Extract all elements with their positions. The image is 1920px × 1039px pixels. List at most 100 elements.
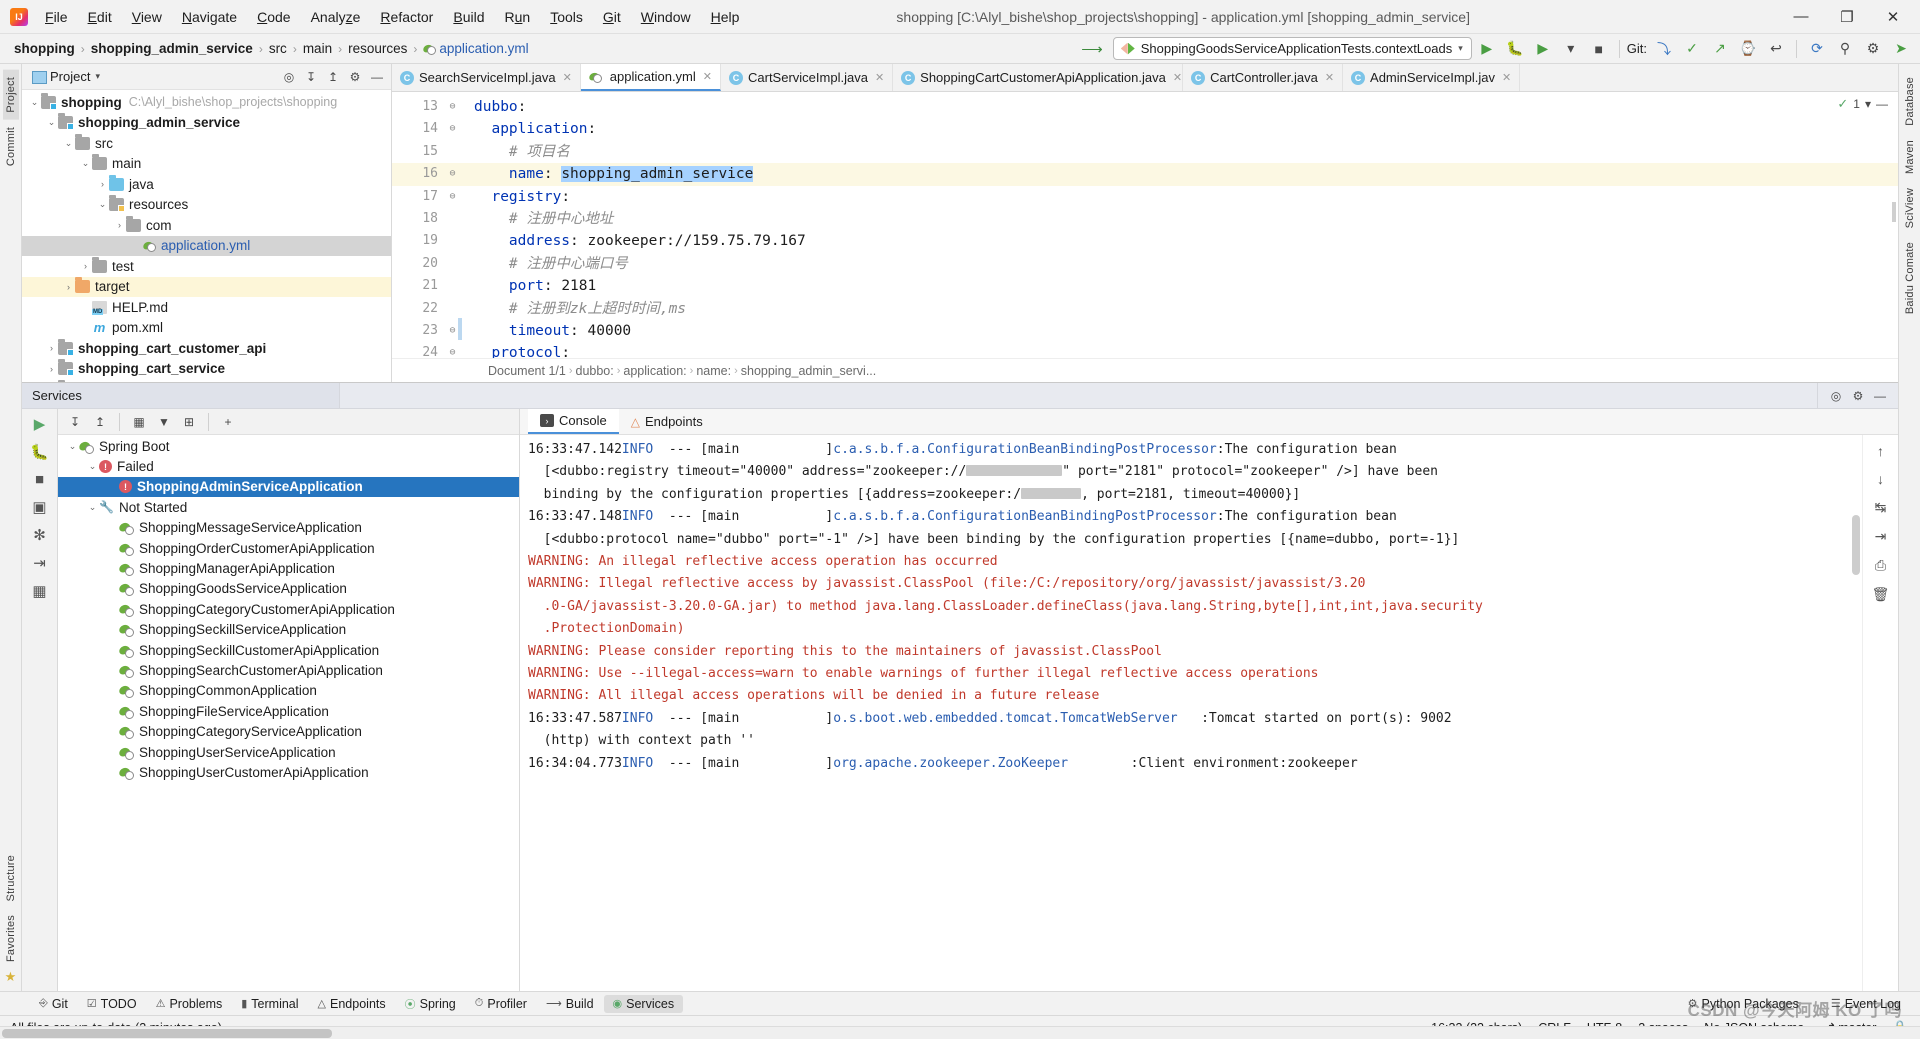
service-row[interactable]: ! ShoppingAdminServiceApplication: [58, 476, 519, 498]
code-line[interactable]: timeout: 40000: [466, 320, 1898, 342]
project-tree-row[interactable]: › com: [22, 215, 391, 236]
close-icon[interactable]: ✕: [703, 70, 712, 83]
menu-edit[interactable]: Edit: [79, 5, 121, 29]
tree-arrow-icon[interactable]: ⌄: [86, 502, 99, 513]
fold-icon[interactable]: ⊖: [447, 348, 458, 358]
strip-tab-baidu-comate[interactable]: Baidu Comate: [1902, 235, 1918, 321]
service-row[interactable]: ShoppingOrderCustomerApiApplication: [58, 538, 519, 558]
toolwindow-profiler[interactable]: ⏱ Profiler: [466, 995, 536, 1013]
menu-view[interactable]: View: [123, 5, 171, 29]
editor-tab[interactable]: C AdminServiceImpl.jav ✕: [1343, 64, 1521, 91]
code-line[interactable]: registry:: [466, 186, 1898, 208]
git-history-icon[interactable]: ⌚: [1735, 37, 1761, 61]
add-frame-icon[interactable]: ⊞: [178, 412, 200, 432]
tree-arrow-icon[interactable]: ›: [62, 282, 75, 292]
soft-wrap-icon[interactable]: ↹: [1875, 499, 1887, 516]
strip-tab-structure[interactable]: Structure: [3, 848, 19, 908]
close-icon[interactable]: ✕: [1502, 71, 1511, 84]
editor-tab[interactable]: C SearchServiceImpl.java ✕: [392, 64, 581, 91]
settings-gear-icon[interactable]: ⚙: [1860, 37, 1886, 61]
services-hide-icon[interactable]: —: [1870, 386, 1890, 406]
breadcrumb-value[interactable]: shopping_admin_servi...: [741, 364, 877, 378]
code-line[interactable]: protocol:: [466, 342, 1898, 358]
editor-tab-bar[interactable]: C SearchServiceImpl.java ✕ application.yml ✕…: [392, 64, 1898, 92]
services-tree[interactable]: ⌄ Spring Boot ⌄! Failed! ShoppingAdminServic…: [58, 435, 519, 991]
project-tree-row[interactable]: ⌄ main: [22, 154, 391, 175]
service-row[interactable]: ShoppingManagerApiApplication: [58, 558, 519, 578]
services-debug-icon[interactable]: 🐛: [30, 443, 49, 461]
console-scrollbar[interactable]: [1852, 515, 1860, 575]
menu-git[interactable]: Git: [594, 5, 630, 29]
expand-all-icon[interactable]: ↧: [301, 67, 321, 87]
editor-tab[interactable]: C CartController.java ✕: [1183, 64, 1344, 91]
strip-tab-project[interactable]: Project: [2, 70, 19, 120]
tree-arrow-icon[interactable]: ⌄: [86, 461, 99, 472]
collapse-all-icon[interactable]: ↥: [89, 412, 111, 432]
tree-arrow-icon[interactable]: ⌄: [96, 199, 109, 210]
toolwindow-build[interactable]: ⟶ Build: [537, 995, 603, 1013]
run-with-coverage-icon[interactable]: ▶: [1530, 37, 1556, 61]
menu-run[interactable]: Run: [496, 5, 540, 29]
code-line[interactable]: # 注册中心地址: [466, 208, 1898, 230]
tree-arrow-icon[interactable]: ›: [45, 364, 58, 374]
expand-all-icon[interactable]: ↧: [64, 412, 86, 432]
toolwindow-event-log[interactable]: ☰ Event Log: [1822, 995, 1910, 1013]
scrollbar-thumb[interactable]: [2, 1029, 332, 1038]
git-commit-icon[interactable]: ✓: [1679, 37, 1705, 61]
scroll-up-icon[interactable]: ↑: [1877, 443, 1884, 459]
service-row[interactable]: ShoppingCommonApplication: [58, 681, 519, 701]
fold-icon[interactable]: ⊖: [447, 325, 458, 337]
menu-file[interactable]: File: [36, 5, 77, 29]
service-row[interactable]: ShoppingCategoryServiceApplication: [58, 721, 519, 741]
service-row[interactable]: ⌄! Failed: [58, 456, 519, 476]
tree-arrow-icon[interactable]: ›: [79, 261, 92, 271]
code-editor[interactable]: 13⊖14⊖1516⊖17⊖181920212223⊖24⊖25 dubbo: …: [392, 92, 1898, 358]
service-row[interactable]: ShoppingSeckillServiceApplication: [58, 620, 519, 640]
locate-file-icon[interactable]: ◎: [279, 67, 299, 87]
project-tree-row[interactable]: ⌄ src: [22, 133, 391, 154]
editor-tab[interactable]: application.yml ✕: [580, 64, 721, 91]
code-line[interactable]: application:: [466, 118, 1898, 140]
close-icon[interactable]: ✕: [1325, 71, 1334, 84]
toolwindow-git[interactable]: ⎆ Git: [30, 995, 77, 1013]
services-gear-icon[interactable]: ⚙: [1848, 386, 1868, 406]
git-rollback-icon[interactable]: ↩: [1763, 37, 1789, 61]
collapse-all-icon[interactable]: ↥: [323, 67, 343, 87]
service-row[interactable]: ⌄ 🔧 Not Started: [58, 497, 519, 517]
crumb-src[interactable]: src: [265, 39, 291, 58]
breadcrumb-name[interactable]: name:: [696, 364, 731, 378]
strip-tab-sciview[interactable]: SciView: [1902, 181, 1918, 235]
stop-icon[interactable]: ■: [1586, 37, 1612, 61]
crumb-main[interactable]: main: [299, 39, 336, 58]
close-button[interactable]: ✕: [1870, 1, 1916, 33]
services-exit-icon[interactable]: ⇥: [33, 554, 46, 572]
inspection-collapse-icon[interactable]: —: [1876, 97, 1888, 111]
run-configuration-selector[interactable]: ShoppingGoodsServiceApplicationTests.con…: [1112, 37, 1472, 60]
service-row[interactable]: ShoppingSearchCustomerApiApplication: [58, 660, 519, 680]
tree-arrow-icon[interactable]: ⌄: [62, 138, 75, 149]
project-tree-row[interactable]: ⌄ shopping_admin_service: [22, 113, 391, 134]
menu-help[interactable]: Help: [702, 5, 749, 29]
editor-scrollbar[interactable]: [1892, 202, 1896, 222]
git-push-icon[interactable]: ↗: [1707, 37, 1733, 61]
service-row[interactable]: ⌄ Spring Boot: [58, 436, 519, 456]
breadcrumb-dubbo[interactable]: dubbo:: [576, 364, 614, 378]
code-line[interactable]: # 注册到zk上超时时间,ms: [466, 298, 1898, 320]
tree-arrow-icon[interactable]: ⌄: [45, 117, 58, 128]
fold-icon[interactable]: ⊖: [447, 169, 458, 180]
menu-refactor[interactable]: Refactor: [371, 5, 442, 29]
crumb-shopping[interactable]: shopping: [10, 39, 79, 58]
ide-assistant-icon[interactable]: ➤: [1888, 37, 1914, 61]
menu-tools[interactable]: Tools: [541, 5, 592, 29]
strip-tab-maven[interactable]: Maven: [1902, 133, 1918, 181]
breadcrumb-application[interactable]: application:: [623, 364, 686, 378]
code-content[interactable]: dubbo: application: # 项目名 name: shopping…: [466, 92, 1898, 358]
strip-tab-favorites[interactable]: Favorites: [3, 908, 19, 969]
scroll-down-icon[interactable]: ↓: [1877, 471, 1884, 487]
code-line[interactable]: # 注册中心端口号: [466, 253, 1898, 275]
project-tree-row[interactable]: application.yml: [22, 235, 391, 256]
code-line[interactable]: address: zookeeper://159.75.79.167: [466, 230, 1898, 252]
close-icon[interactable]: ✕: [875, 71, 884, 84]
fold-icon[interactable]: ⊖: [447, 102, 458, 113]
print-icon[interactable]: ⎙: [1875, 557, 1886, 574]
